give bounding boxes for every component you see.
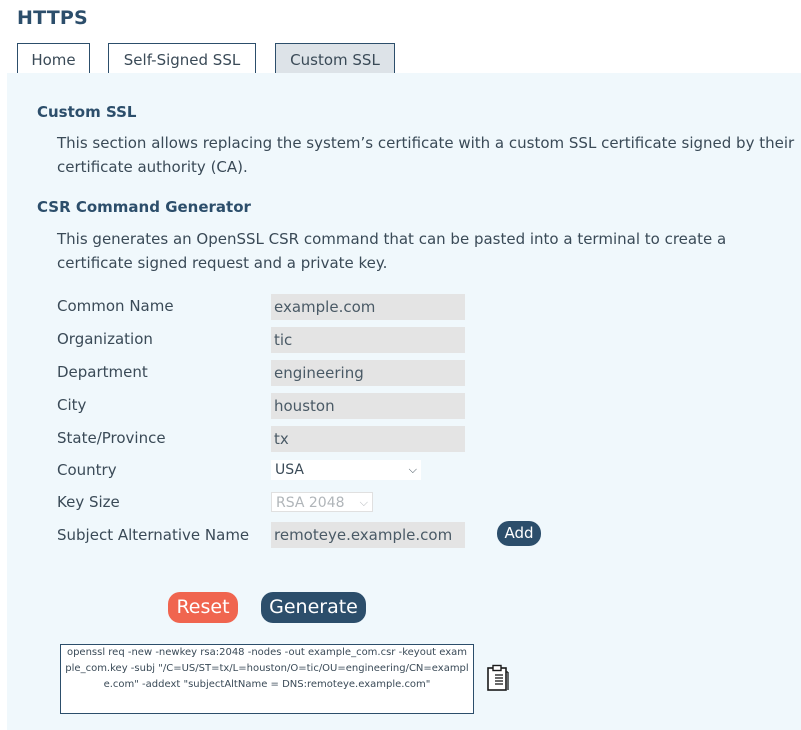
city-input[interactable]: houston [271, 393, 465, 419]
chevron-down-icon: ⌵ [359, 496, 368, 509]
tab-self-signed-ssl[interactable]: Self-Signed SSL [108, 43, 256, 73]
department-input[interactable]: engineering [271, 360, 465, 386]
common-name-input[interactable]: example.com [271, 294, 465, 320]
reset-button[interactable]: Reset [168, 592, 238, 623]
chevron-down-icon: ⌵ [408, 463, 417, 476]
country-label: Country [57, 461, 117, 479]
san-label: Subject Alternative Name [57, 526, 250, 544]
custom-ssl-heading: Custom SSL [37, 103, 137, 121]
state-province-label: State/Province [57, 429, 166, 447]
csr-generator-heading: CSR Command Generator [37, 198, 251, 216]
state-province-input[interactable]: tx [271, 426, 465, 452]
page-title: HTTPS [17, 7, 88, 29]
organization-input[interactable]: tic [271, 327, 465, 353]
city-label: City [57, 396, 87, 414]
csr-generator-description: This generates an OpenSSL CSR command th… [57, 230, 727, 272]
csr-command-output[interactable]: openssl req -new -newkey rsa:2048 -nodes… [60, 644, 474, 714]
key-size-select-value: RSA 2048 [276, 495, 345, 511]
add-san-button[interactable]: Add [497, 521, 541, 546]
country-select[interactable]: USA ⌵ [271, 460, 421, 480]
key-size-select: RSA 2048 ⌵ [271, 492, 373, 512]
tab-custom-ssl[interactable]: Custom SSL [275, 43, 395, 73]
custom-ssl-description: This section allows replacing the system… [57, 134, 795, 176]
department-label: Department [57, 363, 148, 381]
key-size-label: Key Size [57, 493, 120, 511]
tab-home[interactable]: Home [17, 43, 90, 73]
generate-button[interactable]: Generate [261, 592, 366, 623]
organization-label: Organization [57, 330, 153, 348]
clipboard-icon[interactable] [486, 664, 510, 692]
san-input[interactable]: remoteye.example.com [271, 522, 465, 548]
country-select-value: USA [275, 462, 304, 478]
common-name-label: Common Name [57, 297, 174, 315]
